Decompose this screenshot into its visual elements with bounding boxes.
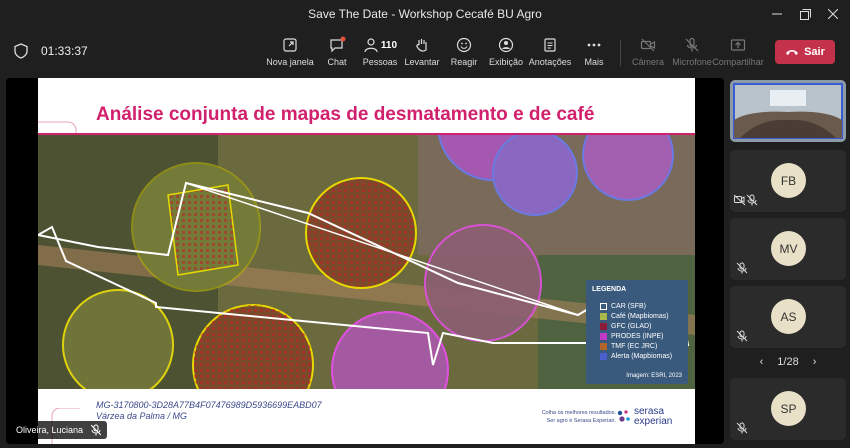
new-window-label: Nova janela — [266, 57, 314, 67]
legend-item: Café (Mapbiomas) — [600, 313, 669, 320]
legend-item: CAR (SFB) — [600, 303, 646, 310]
restore-icon[interactable] — [790, 4, 820, 24]
mic-off-icon — [91, 424, 102, 436]
people-count: 110 — [380, 39, 398, 51]
participant-pager: ‹ 1/28 › — [730, 352, 846, 372]
logo-line2: experian — [634, 416, 673, 427]
share-label: Compartilhar — [712, 57, 764, 67]
title-bar: Save The Date - Workshop Cecafé BU Agro — [0, 0, 850, 28]
legend-title: LEGENDA — [592, 286, 627, 293]
participant-tile[interactable]: MV — [730, 218, 846, 280]
tagline: Colha os melhores resultados. — [541, 410, 616, 416]
participant-tile[interactable]: SP — [730, 378, 846, 440]
shared-screen: Análise conjunta de mapas de desmatament… — [6, 78, 724, 444]
close-icon[interactable] — [818, 4, 848, 24]
slide-title: Análise conjunta de mapas de desmatament… — [96, 104, 595, 125]
tagline: Ser agro é Serasa Experian. — [546, 418, 616, 424]
more-icon — [568, 36, 620, 54]
page-indicator: 1/28 — [777, 356, 799, 368]
leave-button[interactable]: Sair — [775, 40, 835, 64]
leave-label: Sair — [804, 46, 825, 58]
legend-item: Alerta (Mapbiomas) — [600, 353, 672, 360]
participant-tile[interactable]: AS — [730, 286, 846, 348]
serasa-experian-logo: serasa experian — [616, 404, 692, 430]
avatar: FB — [771, 163, 806, 198]
chevron-left-icon[interactable]: ‹ — [760, 356, 764, 368]
new-window-icon — [264, 36, 316, 54]
location: Várzea da Palma / MG — [96, 411, 188, 421]
chevron-right-icon[interactable]: › — [813, 356, 817, 368]
legend-item: GFC (GLAD) — [600, 323, 651, 330]
share-icon — [712, 36, 764, 54]
mic-off-icon — [736, 262, 748, 274]
mic-off-icon — [736, 330, 748, 342]
presenter-name: Oliveira, Luciana — [16, 425, 84, 435]
minimize-icon[interactable] — [762, 4, 792, 24]
participant-tile[interactable]: FB — [730, 150, 846, 212]
microphone-label: Microfone — [672, 57, 712, 67]
avatar: MV — [771, 231, 806, 266]
avatar: SP — [771, 391, 806, 426]
meeting-toolbar: 01:33:37 Nova janela Chat 110 Pessoas Le… — [0, 28, 850, 76]
presentation-slide: Análise conjunta de mapas de desmatament… — [38, 78, 695, 444]
legend-footnote: Imagem: ESRI, 2023 — [626, 373, 682, 379]
window-title: Save The Date - Workshop Cecafé BU Agro — [308, 7, 542, 21]
car-id: MG-3170800-3D28A77B4F07476989D5936699EAB… — [96, 400, 322, 410]
meeting-timer: 01:33:37 — [41, 44, 88, 58]
room-video-thumbnail — [730, 80, 846, 142]
toolbar-divider — [620, 40, 621, 66]
legend-item: TMF (EC JRC) — [600, 343, 657, 350]
phone-hangup-icon — [786, 50, 799, 55]
microphone-button[interactable]: Microfone — [666, 36, 718, 67]
mic-off-icon — [734, 194, 758, 206]
shield-icon — [14, 43, 28, 59]
more-label: Mais — [584, 57, 604, 67]
avatar: AS — [771, 299, 806, 334]
room-video-tile[interactable] — [730, 80, 846, 142]
share-button[interactable]: Compartilhar — [712, 36, 764, 67]
mic-off-icon — [736, 422, 748, 434]
more-button[interactable]: Mais — [568, 36, 620, 67]
map-legend: LEGENDA CAR (SFB) Café (Mapbiomas) GFC (… — [586, 280, 688, 384]
presenter-nameplate: Oliveira, Luciana — [10, 421, 108, 439]
logo-mark-icon — [617, 410, 630, 422]
new-window-button[interactable]: Nova janela — [264, 36, 316, 67]
legend-item: PRODES (INPE) — [600, 333, 664, 340]
mic-off-icon — [666, 36, 718, 54]
